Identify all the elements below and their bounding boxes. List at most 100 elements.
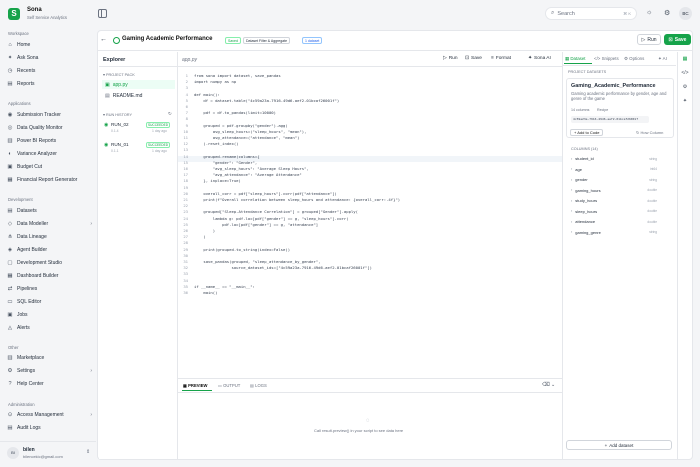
code-line[interactable]: )	[194, 228, 215, 233]
tab-options[interactable]: ⚙ Options	[624, 56, 644, 62]
file-app-py[interactable]: ▣ app.py	[102, 80, 175, 89]
sidebar-item-financial-report-generator[interactable]: ▦ Financial Report Generator	[6, 175, 92, 185]
trash-icon[interactable]: ⌫	[542, 382, 550, 388]
code-line[interactable]: main()	[194, 290, 217, 295]
code-line[interactable]: grouped.rename(columns={	[194, 154, 259, 159]
code-line[interactable]: def main():	[194, 92, 220, 97]
code-line[interactable]: source_dataset_ids=["4c59a23a-7916-49d6-…	[194, 265, 372, 270]
settings-icon[interactable]: ⚙	[664, 9, 670, 17]
tab-output[interactable]: ▭ OUTPUT	[218, 383, 240, 388]
sidebar-item-pipelines[interactable]: ⇄ Pipelines	[6, 284, 92, 294]
column-item[interactable]: ▪ age int64	[571, 165, 657, 174]
rail-ai-icon[interactable]: ✦	[681, 98, 689, 106]
sidebar-item-variance-analyzer[interactable]: ◐ Variance Analyzer	[6, 149, 92, 159]
code-line[interactable]: grouped["Sleep-Attendance Correlation"] …	[194, 209, 358, 214]
column-item[interactable]: ▪ gaming_genre string	[571, 228, 657, 237]
code-line[interactable]: lambda g: pdf.loc[pdf["gender"] == g, "s…	[194, 216, 349, 221]
sun-icon[interactable]: ☼	[646, 9, 652, 16]
collapse-chevron-icon[interactable]: ⌄	[551, 382, 555, 388]
tab-dataset[interactable]: ▦ Dataset	[565, 56, 586, 62]
sidebar-item-label: Reports	[17, 81, 35, 87]
tab-snippets[interactable]: </> Snippets	[594, 56, 619, 61]
sidebar-item-data-modeller[interactable]: ◇ Data Modeller ›	[6, 219, 92, 229]
code-line[interactable]: pdf = df.to_pandas(limit=10000)	[194, 110, 276, 115]
code-line[interactable]: ).reset_index()	[194, 141, 238, 146]
sidebar-item-home[interactable]: ⌂ Home	[6, 40, 92, 50]
search-input[interactable]: ⌕ Search ⌘ K	[545, 7, 637, 20]
sidebar-item-recents[interactable]: ◷ Recents	[6, 66, 92, 76]
user-menu-chevron-icon[interactable]: ⇕	[86, 449, 90, 455]
column-item[interactable]: ▪ sleep_hours double	[571, 207, 657, 216]
column-item[interactable]: ▪ attendance double	[571, 217, 657, 226]
sidebar-item-access-management[interactable]: ⊙ Access Management ›	[6, 410, 92, 420]
sona-ai-button[interactable]: ✦ Sona AI	[528, 56, 551, 61]
avatar[interactable]: BI	[7, 447, 19, 459]
refresh-icon[interactable]: ↻	[168, 111, 172, 117]
column-item[interactable]: ▪ study_hours double	[571, 196, 657, 205]
sidebar-item-alerts[interactable]: ◬ Alerts	[6, 323, 92, 333]
add-dataset-button[interactable]: + Add dataset	[566, 440, 672, 450]
code-line[interactable]: save_pandas(grouped, "sleep_attendance_b…	[194, 259, 320, 264]
rail-dataset-icon[interactable]: ▦	[681, 56, 689, 64]
back-arrow-icon[interactable]: ←	[100, 36, 107, 43]
sidebar-item-ask-sona[interactable]: ✦ Ask Sona	[6, 53, 92, 63]
sidebar-item-data-quality-monitor[interactable]: ◎ Data Quality Monitor	[6, 123, 92, 133]
code-line[interactable]: pdf.loc[pdf["gender"] == g, "attendance"…	[194, 222, 318, 227]
rail-code-icon[interactable]: </>	[681, 70, 689, 78]
file-readme[interactable]: ▤ README.md	[102, 91, 175, 100]
code-line[interactable]: overall_corr = pdf["sleep_hours"].corr(p…	[194, 191, 337, 196]
sidebar-item-settings[interactable]: ⚙ Settings ›	[6, 366, 92, 376]
sidebar-item-audit-logs[interactable]: ▤ Audit Logs	[6, 423, 92, 433]
tab-logs[interactable]: ▤ LOGS	[250, 383, 267, 388]
sidebar-item-data-lineage[interactable]: ⋔ Data Lineage	[6, 232, 92, 242]
column-item[interactable]: ▪ student_id string	[571, 154, 657, 163]
sidebar-item-agent-builder[interactable]: ◈ Agent Builder	[6, 245, 92, 255]
column-item[interactable]: ▪ gaming_hours double	[571, 186, 657, 195]
user-avatar[interactable]: BC	[679, 7, 692, 20]
run-item[interactable]: ◉ RUN_01 SUCCEEDED 0.1.1 1 day ago	[102, 141, 175, 155]
sidebar-toggle-icon[interactable]	[98, 9, 107, 18]
sidebar-item-datasets[interactable]: ▤ Datasets	[6, 206, 92, 216]
code-line[interactable]: if __name__ == "__main__":	[194, 284, 255, 289]
code-line[interactable]: avg_attendance=("attendance", "mean")	[194, 135, 300, 140]
tab-preview[interactable]: ▦ PREVIEW	[183, 383, 207, 388]
sidebar-item-reports[interactable]: ▤ Reports	[6, 79, 92, 89]
editor-save-button[interactable]: ⊡ Save	[465, 56, 482, 61]
project-title[interactable]: Gaming Academic Performance	[122, 36, 220, 45]
format-button[interactable]: ≡ Format	[491, 56, 511, 61]
code-line[interactable]: print(f"Overall correlation between slee…	[194, 197, 400, 202]
code-line[interactable]: avg_sleep_hours=("sleep_hours", "mean"),	[194, 129, 307, 134]
code-line[interactable]: )	[194, 234, 205, 239]
run-button[interactable]: ▷ Run	[637, 34, 661, 45]
code-line[interactable]: "avg_attendance": "Average Attendance"	[194, 172, 302, 177]
rail-settings-icon[interactable]: ⚙	[681, 84, 689, 92]
sidebar-item-budget-cut[interactable]: ▣ Budget Cut	[6, 162, 92, 172]
code-line[interactable]: from sona import dataset, save_pandas	[194, 73, 281, 78]
how-column-button[interactable]: ↻ How Column	[636, 130, 663, 135]
code-line[interactable]: }, inplace=True)	[194, 178, 241, 183]
sidebar-item-power-bi-reports[interactable]: ▥ Power BI Reports	[6, 136, 92, 146]
sidebar-item-sql-editor[interactable]: ▭ SQL Editor	[6, 297, 92, 307]
code-line[interactable]: df = dataset.table("4c59a23a-7916-49d6-a…	[194, 98, 339, 103]
rail-divider	[677, 52, 678, 459]
line-number: 31	[183, 259, 188, 264]
dataset-id[interactable]: 4c59a23a-7916-49d6-aef2-01bcaf26001f	[571, 116, 649, 123]
sidebar-item-dashboard-builder[interactable]: ▦ Dashboard Builder	[6, 271, 92, 281]
tab-ai[interactable]: ✦ AI	[658, 56, 667, 62]
save-button[interactable]: ⊡ Save	[664, 34, 691, 45]
sidebar-item-submission-tracker[interactable]: ◉ Submission Tracker	[6, 110, 92, 120]
line-number: 5	[185, 97, 188, 103]
sidebar-item-development-studio[interactable]: ▢ Development Studio	[6, 258, 92, 268]
column-item[interactable]: ▪ gender string	[571, 175, 657, 184]
run-item[interactable]: ◉ RUN_02 SUCCEEDED 0.1.4 1 day ago	[102, 121, 175, 135]
add-to-code-button[interactable]: + Add to Code	[570, 129, 604, 136]
code-line[interactable]: import numpy as np	[194, 79, 236, 84]
code-line[interactable]: "avg_sleep_hours": "Average Sleep Hours"…	[194, 166, 309, 171]
sidebar-item-help-center[interactable]: ? Help Center	[6, 379, 92, 389]
code-line[interactable]: grouped = pdf.groupby("gender").agg(	[194, 123, 287, 128]
code-line[interactable]: "gender": "Gender",	[194, 160, 258, 165]
editor-run-button[interactable]: ▷ Run	[443, 56, 458, 61]
sidebar-item-marketplace[interactable]: ▥ Marketplace	[6, 353, 92, 363]
code-line[interactable]: print(grouped.to_string(index=False))	[194, 247, 290, 252]
sidebar-item-jobs[interactable]: ▣ Jobs	[6, 310, 92, 320]
